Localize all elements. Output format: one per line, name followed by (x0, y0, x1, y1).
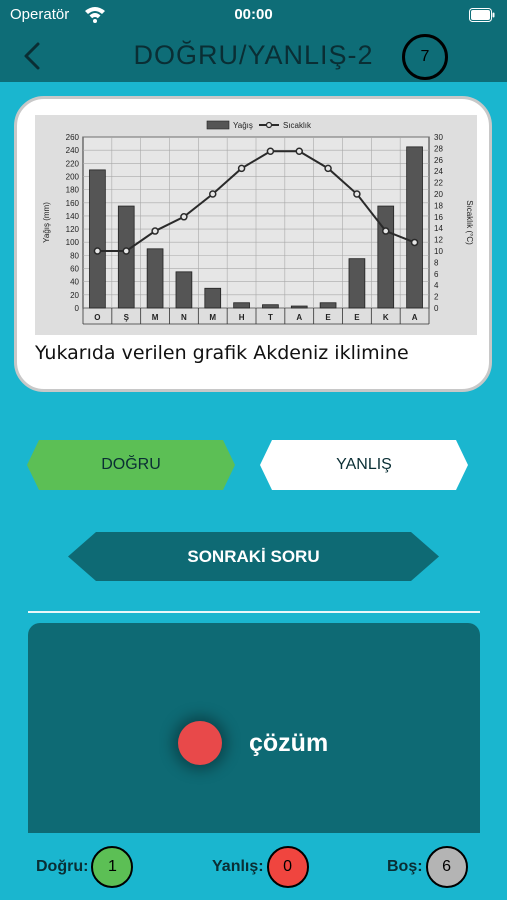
x-tick-label: M (209, 313, 216, 322)
point-sicaklik (151, 227, 159, 235)
bar-yagis (290, 305, 308, 309)
y2-tick-label: 8 (434, 258, 439, 267)
question-text: Yukarıda verilen grafik Akdeniz iklimine (35, 342, 409, 364)
bar-yagis (175, 271, 193, 309)
x-tick-label: E (325, 313, 331, 322)
point-sicaklik (266, 147, 275, 155)
score-empty: Boş: 6 (387, 846, 468, 888)
y2-tick-label: 24 (434, 167, 443, 176)
y2-tick-label: 12 (434, 236, 443, 245)
wrong-label: Yanlış: (212, 858, 264, 875)
y2-tick-label: 0 (434, 304, 439, 313)
y-tick-label: 100 (66, 238, 80, 247)
legend-yagis: Yağış (233, 121, 253, 130)
y2-tick-label: 18 (434, 201, 443, 210)
x-tick-label: E (354, 313, 360, 322)
y2-tick-label: 30 (434, 133, 443, 142)
x-tick-label: A (412, 313, 418, 322)
x-tick-label: H (239, 313, 245, 322)
point-sicaklik (180, 213, 188, 221)
legend-sicaklik: Sıcaklık (283, 121, 312, 130)
point-sicaklik (237, 164, 246, 173)
point-sicaklik (410, 238, 419, 247)
score-bar: Doğru: 1 Yanlış: 0 Boş: 6 (0, 833, 507, 900)
point-sicaklik (93, 247, 102, 255)
y2-tick-label: 26 (434, 156, 443, 165)
divider (28, 611, 480, 613)
x-tick-label: O (94, 313, 100, 322)
status-time: 00:00 (234, 6, 273, 23)
x-tick-label: N (181, 313, 187, 322)
bar-yagis (406, 146, 423, 309)
point-sicaklik (324, 164, 332, 173)
point-sicaklik (295, 147, 303, 155)
status-bar: Operatör 00:00 (0, 0, 507, 32)
next-question-button[interactable]: SONRAKİ SORU (68, 532, 439, 581)
x-tick-label: T (268, 313, 273, 322)
app-header: Operatör 00:00 DOĞRU/YANLIŞ-2 7 (0, 0, 507, 82)
y2-axis-label: Sıcaklık (°C) (465, 200, 474, 245)
x-tick-label: K (383, 313, 389, 322)
bar-yagis (348, 258, 366, 309)
battery-icon (469, 8, 495, 22)
bar-yagis (262, 304, 279, 309)
y2-tick-label: 16 (434, 213, 443, 222)
x-tick-label: M (152, 313, 159, 322)
empty-count: 6 (425, 846, 468, 888)
y2-tick-label: 22 (434, 179, 443, 188)
score-correct: Doğru: 1 (36, 846, 134, 888)
y-tick-label: 80 (70, 251, 79, 260)
bar-yagis (233, 302, 250, 309)
y-tick-label: 40 (70, 278, 79, 287)
solution-button[interactable]: çözüm (178, 715, 328, 771)
y2-tick-label: 14 (434, 224, 443, 233)
point-sicaklik (209, 190, 217, 198)
y2-tick-label: 4 (434, 281, 439, 290)
bar-yagis (117, 205, 135, 309)
y-tick-label: 240 (66, 146, 80, 155)
y-tick-label: 260 (66, 133, 80, 142)
legend-line-marker (265, 121, 273, 129)
climate-chart: 0 20 40 60 80 100 120 140 160 180 200 220 240 260 0 2 4 6… (35, 115, 477, 335)
y-tick-label: 220 (66, 159, 80, 168)
y2-tick-label: 20 (434, 190, 443, 199)
climate-chart-svg: 0204060801001201401601802002202402600246… (42, 120, 474, 325)
y-tick-label: 140 (66, 212, 80, 221)
bar-yagis (204, 287, 222, 309)
true-button[interactable]: DOĞRU (27, 440, 235, 490)
y-tick-label: 120 (66, 225, 80, 234)
correct-count: 1 (91, 846, 134, 888)
y-tick-label: 180 (66, 186, 80, 195)
x-tick-label: Ş (124, 313, 130, 322)
red-dot-icon (178, 721, 222, 765)
y-tick-label: 200 (66, 172, 80, 181)
bar-yagis (146, 248, 164, 309)
solution-label: çözüm (249, 728, 329, 757)
bar-yagis (319, 302, 337, 309)
question-card: 0 20 40 60 80 100 120 140 160 180 200 220 240 260 0 2 4 6… (14, 96, 492, 392)
y2-tick-label: 28 (434, 144, 443, 153)
y2-tick-label: 2 (434, 293, 439, 302)
bar-yagis (89, 169, 106, 309)
point-sicaklik (382, 227, 390, 235)
point-sicaklik (353, 190, 361, 198)
y-tick-label: 0 (75, 304, 80, 313)
y-tick-label: 160 (66, 199, 80, 208)
false-button[interactable]: YANLIŞ (260, 440, 468, 490)
y2-tick-label: 6 (434, 270, 439, 279)
wrong-count: 0 (266, 846, 309, 888)
legend-bar-swatch (206, 120, 230, 130)
y-tick-label: 20 (70, 291, 79, 300)
y-axis-label: Yağış (mm) (42, 202, 51, 243)
score-wrong: Yanlış: 0 (212, 846, 309, 888)
solution-panel: çözüm (28, 623, 480, 833)
question-counter: 7 (402, 34, 448, 80)
correct-label: Doğru: (36, 858, 89, 875)
y2-tick-label: 10 (434, 247, 443, 256)
y-tick-label: 60 (70, 265, 79, 274)
bar-yagis (377, 205, 395, 309)
empty-label: Boş: (387, 858, 423, 875)
point-sicaklik (122, 247, 130, 255)
x-tick-label: A (296, 313, 302, 322)
